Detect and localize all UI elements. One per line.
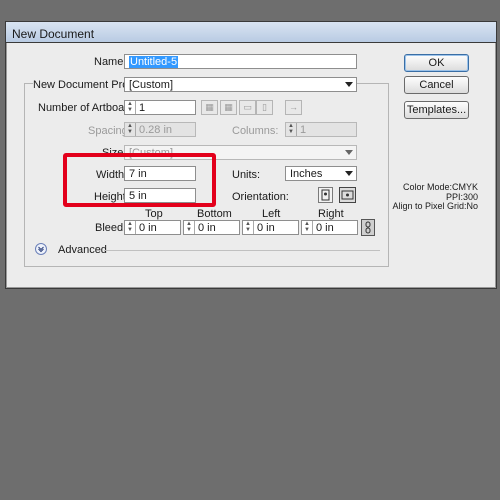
change-to-right-to-left-icon[interactable]: → <box>285 100 302 115</box>
templates-button[interactable]: Templates... <box>404 101 469 119</box>
name-value: Untitled-5 <box>129 56 179 68</box>
name-label: Name: <box>94 56 127 68</box>
name-input[interactable]: Untitled-5 <box>124 54 357 69</box>
chevron-down-icon <box>345 171 353 176</box>
bleed-header-left: Left <box>262 208 281 220</box>
arrange-by-column-icon[interactable]: ▯ <box>256 100 273 115</box>
bleed-right-value: 0 in <box>316 222 334 234</box>
grid-by-row-icon[interactable]: ▦ <box>201 100 218 115</box>
profile-value: [Custom] <box>129 79 174 91</box>
units-dropdown[interactable]: Inches <box>285 166 357 181</box>
stepper-icon[interactable]: ▲ ▼ <box>286 123 297 136</box>
link-chain-icon[interactable] <box>361 219 375 236</box>
advanced-label: Advanced <box>58 244 107 256</box>
bleed-bottom-input[interactable]: ▲ ▼ 0 in <box>183 220 240 235</box>
columns-input[interactable]: ▲ ▼ 1 <box>285 122 357 137</box>
dialog-titlebar: New Document <box>5 21 497 43</box>
stepper-icon[interactable]: ▲ ▼ <box>184 221 195 234</box>
grid-by-column-icon[interactable]: ▦ <box>220 100 237 115</box>
units-value: Inches <box>290 168 323 180</box>
cancel-button[interactable]: Cancel <box>404 76 469 94</box>
bleed-top-value: 0 in <box>139 222 157 234</box>
stepper-icon[interactable]: ▲ ▼ <box>302 221 313 234</box>
stepper-icon[interactable]: ▲ ▼ <box>125 101 136 114</box>
columns-value: 1 <box>300 124 307 136</box>
arrange-by-row-icon[interactable]: ▭ <box>239 100 256 115</box>
landscape-orientation-icon[interactable] <box>339 187 356 203</box>
profile-dropdown[interactable]: [Custom] <box>124 77 357 92</box>
bleed-left-input[interactable]: ▲ ▼ 0 in <box>242 220 299 235</box>
dialog-title: New Document <box>12 27 95 41</box>
spacing-value: 0.28 in <box>139 124 173 136</box>
portrait-orientation-icon[interactable] <box>318 187 333 203</box>
artboards-input[interactable]: ▲ ▼ 1 <box>124 100 196 115</box>
units-label: Units: <box>232 169 261 181</box>
bleed-bottom-value: 0 in <box>198 222 216 234</box>
align-pixel-grid-info: Align to Pixel Grid:No <box>392 201 478 211</box>
stepper-icon[interactable]: ▲ ▼ <box>243 221 254 234</box>
advanced-divider <box>104 250 380 251</box>
bleed-label: Bleed: <box>95 222 127 234</box>
bleed-header-top: Top <box>145 208 163 220</box>
color-mode-info: Color Mode:CMYK <box>402 182 478 192</box>
expand-advanced-icon[interactable] <box>35 243 47 255</box>
artboards-value: 1 <box>139 102 146 114</box>
bleed-header-right: Right <box>318 208 344 220</box>
spacing-input[interactable]: ▲ ▼ 0.28 in <box>124 122 196 137</box>
orientation-label: Orientation: <box>232 191 289 203</box>
ok-button[interactable]: OK <box>404 54 469 72</box>
bleed-right-input[interactable]: ▲ ▼ 0 in <box>301 220 358 235</box>
stepper-icon[interactable]: ▲ ▼ <box>125 221 136 234</box>
bleed-left-value: 0 in <box>257 222 275 234</box>
stepper-icon[interactable]: ▲ ▼ <box>125 123 136 136</box>
chevron-down-icon <box>345 82 353 87</box>
bleed-header-bottom: Bottom <box>197 208 232 220</box>
columns-label: Columns: <box>232 125 279 137</box>
chevron-down-icon <box>345 150 353 155</box>
width-height-highlight <box>63 153 216 207</box>
bleed-top-input[interactable]: ▲ ▼ 0 in <box>124 220 181 235</box>
